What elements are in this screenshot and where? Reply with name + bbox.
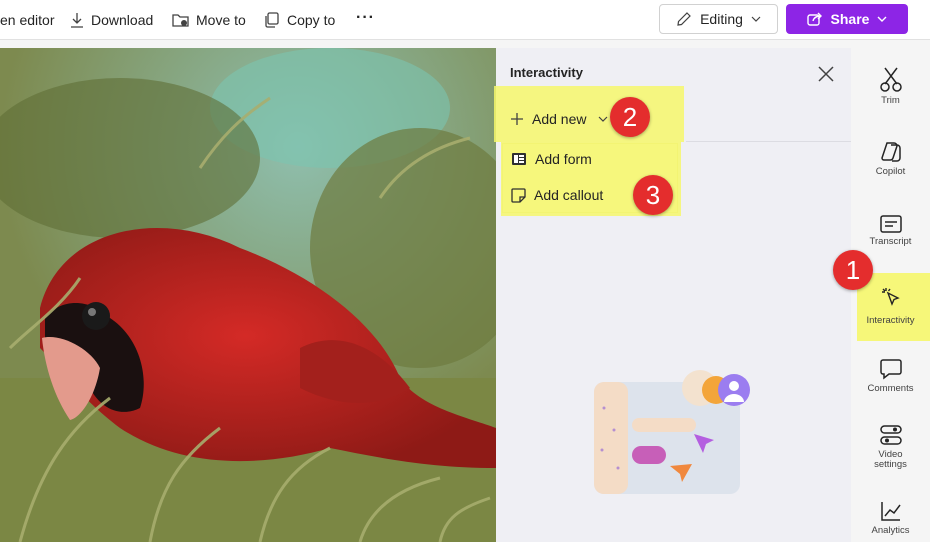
scissors-icon [879,67,902,92]
empty-state-illustration [594,370,750,494]
chart-icon [880,502,901,521]
toggles-icon [879,425,902,445]
add-new-button[interactable]: Add new [510,108,608,130]
rail-item-comments[interactable]: Comments [851,358,930,394]
rail-item-label: Video settings [874,449,907,470]
video-frame-image [0,48,496,542]
form-icon [512,153,526,165]
rail-item-interactivity[interactable]: Interactivity [851,286,930,326]
rail-item-label: Transcript [869,236,912,247]
menu-item-label: Add callout [534,187,604,203]
interactivity-panel: Interactivity Add new Add form Add callo… [494,48,851,542]
callout-icon [511,187,526,203]
rail-item-label: Comments [867,383,914,394]
open-in-editor-label: en editor [0,12,55,28]
more-options-button[interactable]: ··· [356,9,375,27]
rail-item-transcript[interactable]: Transcript [851,215,930,247]
share-label: Share [830,11,870,27]
top-toolbar: en editor Download Move to Copy to ··· E… [0,0,930,40]
copy-icon [265,12,279,28]
chevron-down-icon [599,116,608,122]
menu-item-add-callout[interactable]: Add callout [511,184,603,206]
annotation-badge-2: 2 [610,97,650,137]
annotation-badge-1: 1 [833,250,873,290]
comment-icon [879,359,902,380]
rail-item-copilot[interactable]: Copilot [851,141,930,177]
rail-item-label: Analytics [871,525,910,536]
add-new-label: Add new [532,111,587,127]
editing-mode-button[interactable]: Editing [659,4,778,34]
chevron-down-icon [751,16,761,22]
menu-item-label: Add form [535,151,592,167]
share-button[interactable]: Share [786,4,908,34]
transcript-icon [879,215,902,233]
pencil-icon [677,12,691,26]
right-tool-rail: Trim Copilot Transcript Interactivity Co… [833,48,930,542]
open-in-editor-button[interactable]: en editor [0,9,54,31]
annotation-badge-3: 3 [633,175,673,215]
rail-item-video-settings[interactable]: Video settings [851,424,930,470]
menu-item-add-form[interactable]: Add form [511,148,592,170]
copilot-icon [880,142,901,162]
download-button[interactable]: Download [70,9,153,31]
download-label: Download [91,12,154,28]
move-to-button[interactable]: Move to [172,9,246,31]
rail-item-label: Trim [881,95,900,106]
panel-title: Interactivity [510,65,583,80]
rail-item-label: Interactivity [866,315,915,326]
chevron-down-icon [877,16,887,22]
video-player[interactable] [0,48,496,542]
close-icon[interactable] [816,64,836,84]
editing-label: Editing [700,11,743,27]
cursor-click-icon [881,288,900,306]
panel-divider [686,141,851,142]
plus-icon [511,113,523,125]
copy-to-button[interactable]: Copy to [264,9,335,31]
rail-item-label: Copilot [875,166,906,177]
rail-item-trim[interactable]: Trim [851,66,930,106]
rail-item-analytics[interactable]: Analytics [851,500,930,536]
share-icon [806,12,822,26]
download-icon [71,13,83,28]
move-to-label: Move to [196,12,246,28]
copy-to-label: Copy to [287,12,336,28]
folder-move-icon [172,13,189,27]
